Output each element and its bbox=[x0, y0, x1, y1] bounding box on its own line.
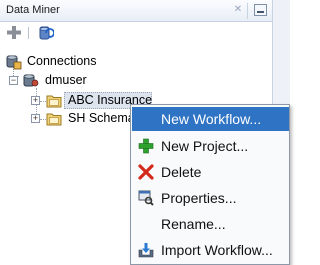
menu-item-properties[interactable]: Properties... bbox=[132, 186, 289, 210]
folder-icon bbox=[46, 93, 62, 109]
tree-node-label: Connections bbox=[27, 54, 97, 68]
context-menu: New Workflow... New Project... Delete Pr… bbox=[130, 104, 290, 265]
tree-node-connections[interactable]: Connections bbox=[6, 53, 126, 71]
expand-toggle[interactable]: + bbox=[31, 96, 40, 105]
tree-node-label: dmuser bbox=[45, 73, 87, 87]
menu-item-label: Import Workflow... bbox=[161, 242, 273, 258]
refresh-connections-icon[interactable] bbox=[37, 25, 55, 41]
green-plus-icon bbox=[138, 138, 154, 154]
menu-item-rename[interactable]: Rename... bbox=[132, 212, 289, 236]
minimize-button[interactable] bbox=[254, 4, 267, 16]
menu-item-label: Delete bbox=[161, 164, 202, 180]
menu-item-label: New Workflow... bbox=[161, 111, 262, 127]
import-icon bbox=[138, 242, 154, 258]
menu-item-label: Properties... bbox=[161, 190, 237, 206]
menu-item-new-workflow[interactable]: New Workflow... bbox=[132, 107, 289, 131]
menu-item-new-project[interactable]: New Project... bbox=[132, 134, 289, 158]
toolbar-divider bbox=[28, 27, 29, 39]
header-divider bbox=[247, 3, 248, 19]
plus-icon[interactable] bbox=[6, 25, 23, 41]
red-x-icon bbox=[138, 164, 154, 180]
database-user-icon bbox=[23, 73, 39, 89]
tree-node-label: SH Schema bbox=[68, 111, 135, 125]
folder-icon bbox=[46, 111, 62, 127]
menu-item-import-workflow[interactable]: Import Workflow... bbox=[132, 238, 289, 262]
toolbar bbox=[0, 22, 272, 44]
panel-title: Data Miner bbox=[6, 4, 60, 16]
expand-toggle[interactable]: + bbox=[31, 114, 40, 123]
connections-icon bbox=[6, 54, 22, 70]
menu-item-label: Rename... bbox=[161, 216, 226, 232]
close-icon[interactable]: ✕ bbox=[232, 4, 244, 16]
collapse-toggle[interactable]: − bbox=[9, 76, 18, 85]
menu-item-delete[interactable]: Delete bbox=[132, 160, 289, 184]
menu-item-label: New Project... bbox=[161, 138, 249, 154]
tree-node-dmuser[interactable]: − dmuser bbox=[9, 72, 129, 90]
properties-icon bbox=[138, 190, 154, 206]
panel-header: Data Miner ✕ bbox=[0, 0, 272, 22]
